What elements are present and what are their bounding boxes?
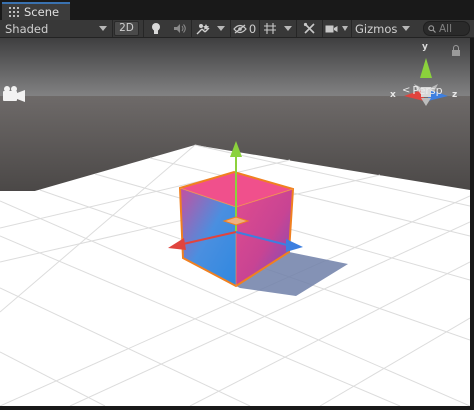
scene-grid-icon (9, 7, 19, 17)
gizmos-dropdown[interactable]: Gizmos (351, 20, 413, 37)
tools-toggle[interactable] (296, 20, 321, 37)
search-placeholder: All (439, 22, 453, 35)
audio-toggle[interactable] (168, 20, 190, 37)
chevron-down-icon (402, 26, 410, 31)
projection-label: Persp (412, 84, 443, 97)
perspective-icon: < (402, 85, 411, 96)
draw-mode-label: Shaded (5, 21, 49, 36)
window-frame-bottom (0, 406, 474, 410)
audio-icon (173, 24, 186, 33)
effects-dropdown[interactable] (191, 20, 229, 37)
search-field[interactable]: All (423, 21, 470, 36)
orientation-x-label: x (390, 90, 396, 100)
orientation-y-label: y (422, 42, 428, 52)
search-icon (428, 24, 436, 33)
lightbulb-icon (152, 23, 160, 34)
projection-toggle[interactable]: < Persp (402, 84, 443, 97)
tab-scene[interactable]: Scene (2, 2, 70, 20)
chevron-down-icon (283, 26, 292, 31)
chevron-down-icon (217, 26, 226, 31)
camera-icon (325, 25, 338, 32)
gizmos-label: Gizmos (355, 21, 398, 36)
tab-strip: Scene (0, 0, 474, 20)
toggle-2d-label: 2D (114, 21, 139, 36)
hidden-objects-toggle[interactable]: 0 (230, 20, 258, 37)
draw-mode-dropdown[interactable]: Shaded (0, 20, 111, 37)
orientation-z-label: z (452, 90, 458, 100)
scene-canvas[interactable] (0, 38, 470, 406)
grid-toggle-icon (264, 23, 277, 34)
toggle-2d-button[interactable]: 2D (112, 20, 140, 37)
scene-viewport[interactable]: y x z (0, 38, 470, 406)
camera-settings-dropdown[interactable] (322, 20, 350, 37)
visibility-icon (233, 23, 247, 34)
grid-dropdown[interactable] (259, 20, 295, 37)
scene-toolbar: Shaded 2D 0 Gizmos All (0, 20, 474, 38)
hidden-count: 0 (248, 21, 257, 36)
chevron-down-icon (99, 26, 107, 31)
scene-window: Scene Shaded 2D 0 Gizmos All y x z < Per… (0, 0, 474, 410)
effects-icon (196, 23, 210, 34)
window-frame-right (470, 38, 474, 410)
tab-scene-label: Scene (24, 5, 60, 19)
tools-icon (303, 22, 315, 34)
chevron-down-icon (342, 26, 348, 31)
lighting-toggle[interactable] (143, 20, 168, 37)
